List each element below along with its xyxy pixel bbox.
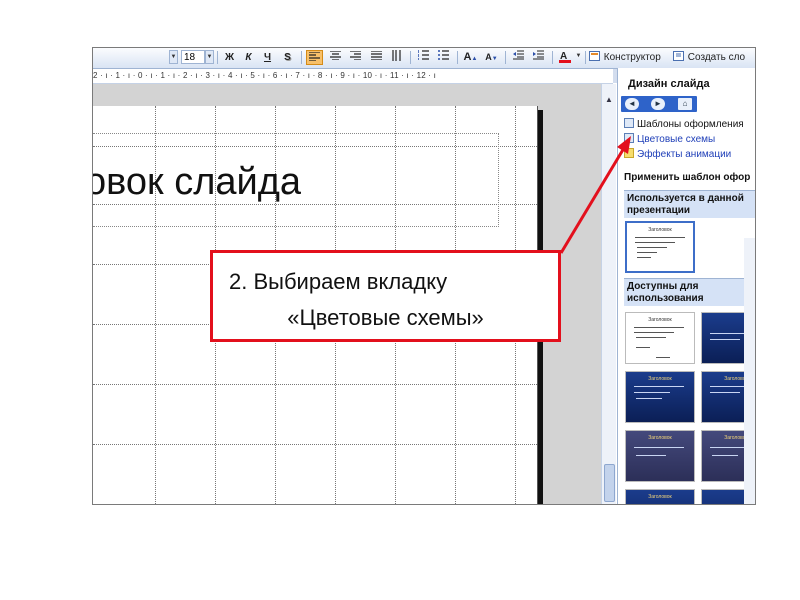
text-direction-button[interactable] [388,50,405,65]
link-design-templates-label: Шаблоны оформления [637,119,744,130]
formatting-toolbar: ▼ 18 ▼ Ж К Ч S A▲ A▼ A ▼ Конструктор Соз… [93,48,755,69]
callout-line-1: 2. Выбираем вкладку [229,269,448,294]
increase-indent-button[interactable] [530,50,547,65]
outdent-icon [513,50,524,60]
slide-title-text[interactable]: овок слайда [93,161,301,204]
align-right-icon [350,50,361,61]
align-left-button[interactable] [306,50,323,65]
forward-arrow-icon[interactable]: ► [651,98,665,110]
shrink-font-button[interactable]: A▼ [483,50,500,65]
font-size-dropdown[interactable]: ▼ [205,50,214,64]
section-used-in-presentation: Используется в данной презентации [624,190,755,218]
template-thumbnail-1[interactable]: Заголовок [625,312,695,364]
bullets-button[interactable] [435,50,452,65]
align-center-button[interactable] [327,50,344,65]
bulleted-list-icon [438,50,449,60]
template-thumbnail-5[interactable]: Заголовок [625,430,695,482]
section-available: Доступны для использования [624,278,755,306]
thumb-title: Заголовок [648,435,672,441]
animation-effects-icon [624,148,634,158]
thumb-title: Заголовок [648,227,672,233]
template-thumbnail-7[interactable]: Заголовок [625,489,695,504]
numbered-list-icon [417,50,429,60]
designer-label: Конструктор [603,52,661,63]
bold-button[interactable]: Ж [221,50,238,65]
template-thumbnail-3[interactable]: Заголовок [625,371,695,423]
horizontal-ruler[interactable]: 2 · ı · 1 · ı · 0 · ı · 1 · ı · 2 · ı · … [93,69,613,84]
shadow-button[interactable]: S [279,50,296,65]
italic-button[interactable]: К [240,50,257,65]
thumb-title: Заголовок [648,494,672,500]
columns-icon [392,50,401,61]
template-thumbnail-current[interactable]: Заголовок [625,221,695,273]
font-color-dropdown[interactable]: ▼ [574,50,583,64]
task-pane-title: Дизайн слайда [628,78,710,90]
justify-icon [371,50,382,61]
color-schemes-icon [624,133,634,143]
justify-button[interactable] [368,50,385,65]
scroll-up-icon[interactable]: ▲ [602,94,616,106]
decrease-indent-button[interactable] [510,50,527,65]
ruler-marks: 2 · ı · 1 · ı · 0 · ı · 1 · ı · 2 · ı · … [93,71,437,80]
thumb-title: Заголовок [648,317,672,323]
task-pane-nav: ◄ ► ⌂ [621,96,697,112]
link-animation-effects-label: Эффекты анимации [637,149,732,160]
home-icon[interactable]: ⌂ [678,98,692,110]
new-slide-button[interactable]: Создать сло [673,50,755,65]
templates-icon [624,118,634,128]
underline-button[interactable]: Ч [259,50,276,65]
indent-icon [533,50,544,60]
new-slide-icon [673,51,684,61]
link-design-templates[interactable]: Шаблоны оформления [624,118,744,132]
annotation-callout: 2. Выбираем вкладку «Цветовые схемы» [210,250,561,342]
thumb-title: Заголовок [648,376,672,382]
back-arrow-icon[interactable]: ◄ [625,98,639,110]
align-right-button[interactable] [347,50,364,65]
vertical-scrollbar[interactable]: ▲ [601,84,616,504]
font-color-button[interactable]: A [556,50,573,65]
link-animation-effects[interactable]: Эффекты анимации [624,148,731,162]
new-slide-label: Создать сло [687,52,746,63]
callout-line-2: «Цветовые схемы» [287,305,484,330]
link-color-schemes[interactable]: Цветовые схемы [624,133,715,147]
task-pane: Дизайн слайда ◄ ► ⌂ Шаблоны оформления Ц… [617,68,755,504]
grow-font-icon: A [463,51,472,63]
apply-template-heading: Применить шаблон офор [624,172,751,183]
align-left-icon [309,51,320,62]
align-center-icon [330,50,341,61]
scroll-thumb[interactable] [604,464,615,502]
link-color-schemes-label: Цветовые схемы [637,134,716,145]
designer-icon [589,51,600,61]
designer-button[interactable]: Конструктор [589,50,663,65]
font-size-box[interactable]: 18 [181,50,205,64]
font-color-icon: A [558,51,571,63]
numbering-button[interactable] [415,50,432,65]
task-pane-scrollbar[interactable] [744,238,755,504]
grow-font-button[interactable]: A▲ [462,50,479,65]
font-name-dropdown[interactable]: ▼ [169,50,178,64]
